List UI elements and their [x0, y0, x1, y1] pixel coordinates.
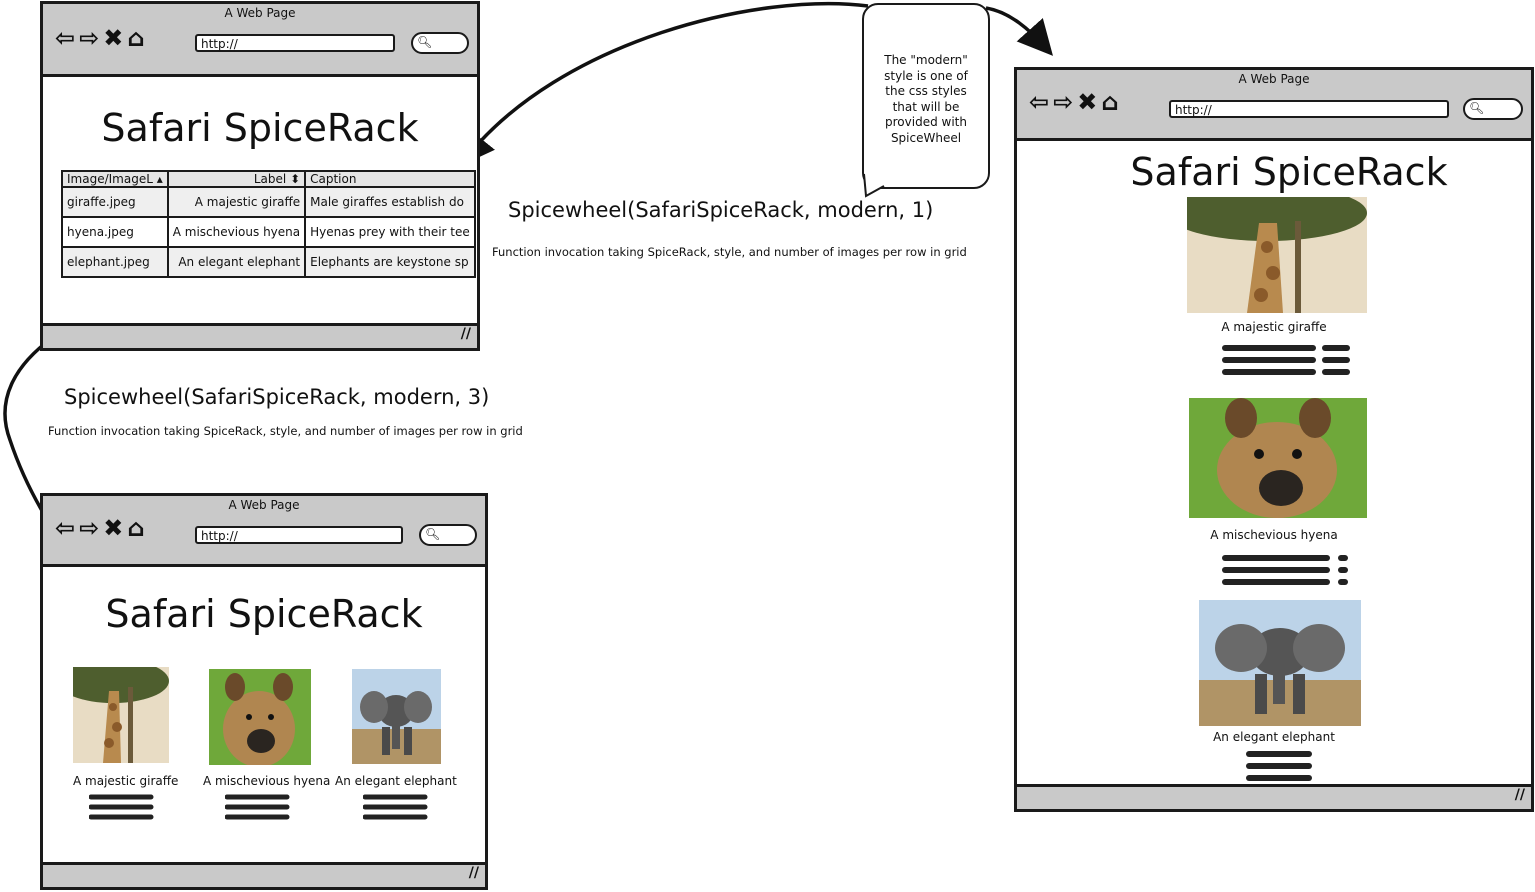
window-title: A Web Page [1238, 72, 1310, 86]
cell-label: A majestic giraffe [166, 186, 307, 218]
search-icon: 🔍︎ [1469, 101, 1485, 115]
grid-caption: A mischevious hyena [203, 774, 331, 788]
page-title: Safari SpiceRack [105, 592, 423, 636]
placeholder-text-scribble [225, 794, 290, 820]
cell-image: hyena.jpeg [61, 216, 169, 248]
arrow-callout-to-table [459, 1, 869, 167]
elephant-photo [352, 669, 441, 764]
address-bar[interactable]: http:// [195, 34, 395, 52]
window-title: A Web Page [228, 498, 300, 512]
placeholder-text-scribble [1222, 555, 1348, 585]
callout-line: SpiceWheel [890, 130, 962, 145]
column-header-label[interactable]: Label ⬍ [166, 170, 307, 188]
hyena-photo [209, 669, 311, 765]
elephant-photo [1199, 600, 1361, 726]
invocation-description-one-per-row: Function invocation taking SpiceRack, st… [492, 245, 967, 259]
callout-line: that will be [892, 99, 960, 114]
search-box[interactable]: 🔍︎ [411, 32, 469, 54]
cell-image: elephant.jpeg [61, 246, 169, 278]
browser-toolbar: A Web Page ⇦⇨✖⌂ http:// 🔍︎ [43, 4, 477, 77]
callout-tail [863, 170, 896, 198]
placeholder-text-scribble [89, 794, 154, 820]
search-box[interactable]: 🔍︎ [1463, 98, 1523, 120]
column-caption: A majestic giraffe [1221, 320, 1327, 334]
resize-handle-icon[interactable]: // [461, 326, 471, 342]
placeholder-text-scribble [1222, 345, 1350, 375]
spicerack-table: Image/ImageL ▴ Label ⬍ Caption giraffe.j… [61, 170, 476, 278]
giraffe-photo [73, 667, 169, 763]
callout-bubble: The "modern" style is one of the css sty… [862, 3, 990, 189]
cell-caption: Male giraffes establish do [304, 186, 476, 218]
table-row[interactable]: elephant.jpeg An elegant elephant Elepha… [61, 246, 476, 278]
browser-window-grid: A Web Page ⇦⇨✖⌂ http:// 🔍︎ Safari SpiceR… [40, 493, 488, 890]
invocation-code-one-per-row: Spicewheel(SafariSpiceRack, modern, 1) [508, 198, 934, 222]
cell-image: giraffe.jpeg [61, 186, 169, 218]
placeholder-text-scribble [1246, 751, 1312, 781]
table-row[interactable]: giraffe.jpeg A majestic giraffe Male gir… [61, 186, 476, 218]
resize-handle-icon[interactable]: // [469, 865, 479, 881]
invocation-description-three-per-row: Function invocation taking SpiceRack, st… [48, 424, 523, 438]
hyena-photo [1189, 398, 1367, 518]
column-caption: A mischevious hyena [1210, 528, 1338, 542]
cell-caption: Elephants are keystone sp [304, 246, 476, 278]
status-bar: // [43, 862, 485, 887]
address-bar[interactable]: http:// [1169, 100, 1449, 118]
search-icon: 🔍︎ [417, 35, 433, 49]
giraffe-photo [1187, 197, 1367, 313]
callout-line: the css styles [885, 84, 967, 98]
invocation-code-three-per-row: Spicewheel(SafariSpiceRack, modern, 3) [64, 385, 490, 409]
nav-icons[interactable]: ⇦⇨✖⌂ [55, 514, 149, 542]
browser-window-single-column: A Web Page ⇦⇨✖⌂ http:// 🔍︎ Safari SpiceR… [1014, 67, 1534, 812]
search-box[interactable]: 🔍︎ [419, 524, 477, 546]
grid-caption: A majestic giraffe [73, 774, 179, 788]
callout-line: provided with [885, 115, 967, 129]
page-title: Safari SpiceRack [1130, 150, 1448, 194]
search-icon: 🔍︎ [425, 527, 441, 541]
placeholder-text-scribble [363, 794, 428, 820]
table-header-row: Image/ImageL ▴ Label ⬍ Caption [61, 170, 476, 188]
column-caption: An elegant elephant [1213, 730, 1335, 744]
cell-label: A mischevious hyena [166, 216, 307, 248]
table-row[interactable]: hyena.jpeg A mischevious hyena Hyenas pr… [61, 216, 476, 248]
column-header-image[interactable]: Image/ImageL ▴ [61, 170, 169, 188]
nav-icons[interactable]: ⇦⇨✖⌂ [1029, 88, 1123, 116]
column-header-caption[interactable]: Caption [304, 170, 476, 188]
grid-caption: An elegant elephant [335, 774, 457, 788]
arrow-callout-to-single-column [985, 6, 1053, 56]
browser-toolbar: A Web Page ⇦⇨✖⌂ http:// 🔍︎ [1017, 70, 1531, 141]
status-bar: // [43, 323, 477, 348]
browser-window-table: A Web Page ⇦⇨✖⌂ http:// 🔍︎ Safari SpiceR… [40, 1, 480, 351]
window-title: A Web Page [224, 6, 296, 20]
cell-caption: Hyenas prey with their tee [304, 216, 476, 248]
page-title: Safari SpiceRack [101, 106, 419, 150]
callout-line: The "modern" [884, 53, 968, 67]
callout-line: style is one of [884, 68, 968, 83]
nav-icons[interactable]: ⇦⇨✖⌂ [55, 24, 149, 52]
browser-toolbar: A Web Page ⇦⇨✖⌂ http:// 🔍︎ [43, 496, 485, 567]
cell-label: An elegant elephant [166, 246, 307, 278]
address-bar[interactable]: http:// [195, 526, 403, 544]
resize-handle-icon[interactable]: // [1515, 787, 1525, 803]
status-bar: // [1017, 784, 1531, 809]
